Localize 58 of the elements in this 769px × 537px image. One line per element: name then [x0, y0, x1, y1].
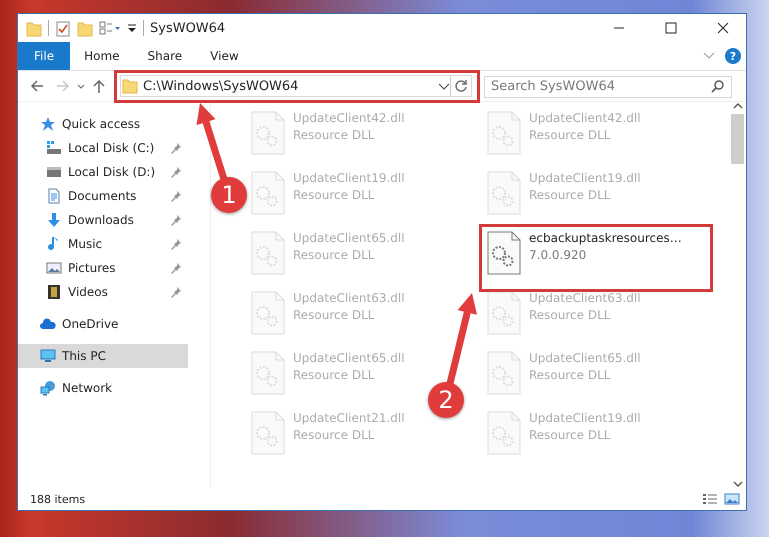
document-icon: [46, 188, 62, 204]
folder-icon: [26, 20, 42, 36]
picture-icon: [46, 260, 62, 276]
film-icon: [46, 284, 62, 300]
properties-icon: [99, 20, 121, 36]
sidebar-item[interactable]: Documents: [18, 184, 188, 208]
item-count: 188 items: [30, 492, 86, 506]
gear-file-icon: [251, 411, 285, 455]
ribbon-tab[interactable]: View: [196, 42, 253, 70]
sidebar-item[interactable]: Network: [18, 376, 188, 400]
drive-icon: [46, 164, 62, 180]
ribbon-tab[interactable]: Home: [70, 42, 134, 70]
large-icons-view-icon[interactable]: [724, 493, 740, 505]
maximize-icon[interactable]: [665, 22, 677, 34]
star-icon: [40, 116, 56, 132]
scrollbar-thumb[interactable]: [731, 114, 744, 164]
details-view-icon[interactable]: [702, 493, 718, 505]
monitor-icon: [40, 348, 56, 364]
folder-icon: [121, 77, 139, 95]
sidebar-item[interactable]: Local Disk (C:): [18, 136, 188, 160]
file-menu-tab[interactable]: File: [18, 42, 70, 70]
drive-icon: [46, 140, 62, 156]
cloud-icon: [40, 316, 56, 332]
expand-ribbon-chevron-icon[interactable]: [703, 52, 715, 60]
gear-file-icon: [487, 111, 521, 155]
gear-file-icon: [251, 351, 285, 395]
refresh-icon[interactable]: [454, 79, 468, 93]
network-icon: [40, 380, 56, 396]
gear-file-icon: [251, 111, 285, 155]
checklist-icon: [55, 20, 71, 36]
address-bar[interactable]: C:\Windows\SysWOW64: [120, 75, 472, 97]
sidebar-item[interactable]: Pictures: [18, 256, 188, 280]
sidebar-item[interactable]: Music: [18, 232, 188, 256]
gear-file-icon: [487, 351, 521, 395]
sidebar-item[interactable]: Videos: [18, 280, 188, 304]
gear-file-icon: [487, 231, 521, 275]
search-icon: [711, 79, 725, 93]
download-arrow-icon: [46, 212, 62, 228]
file-item[interactable]: ecbackuptaskresources… 7.0.0.920: [483, 228, 686, 282]
sidebar-item[interactable]: Downloads: [18, 208, 188, 232]
gear-file-icon: [251, 291, 285, 335]
help-button[interactable]: ?: [725, 48, 741, 64]
back-arrow-icon[interactable]: [29, 78, 45, 94]
gear-file-icon: [251, 171, 285, 215]
sidebar-item[interactable]: This PC: [18, 344, 188, 368]
gear-file-icon: [487, 171, 521, 215]
window-title: SysWOW64: [150, 20, 226, 36]
up-arrow-icon[interactable]: [91, 78, 107, 94]
folder-icon: [77, 20, 93, 36]
gear-file-icon: [251, 231, 285, 275]
sidebar-item[interactable]: OneDrive: [18, 312, 188, 336]
close-icon[interactable]: [717, 22, 729, 34]
search-field[interactable]: Search SysWOW64: [484, 76, 732, 98]
ribbon-tab[interactable]: Share: [134, 42, 196, 70]
gear-file-icon: [487, 411, 521, 455]
gear-file-icon: [487, 291, 521, 335]
sidebar-item[interactable]: Quick access: [18, 112, 188, 136]
sidebar-item[interactable]: Local Disk (D:): [18, 160, 188, 184]
